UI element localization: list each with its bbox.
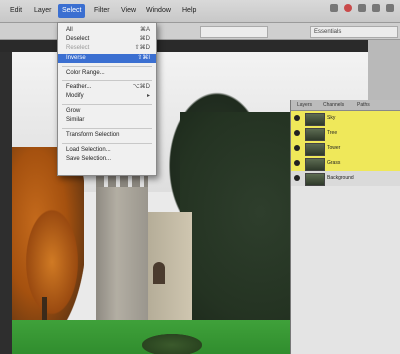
status-icons: [330, 4, 394, 12]
record-icon[interactable]: [344, 4, 352, 12]
menu-item-reselect[interactable]: Reselect ⇧⌘D: [58, 44, 156, 53]
menu-item-label: All: [66, 27, 73, 33]
menu-item-label: Reselect: [66, 45, 90, 51]
layer-thumbnail: [305, 113, 325, 126]
select-menu: All ⌘A Deselect ⌘D Reselect ⇧⌘D Inverse ⇧⌘I …: [57, 22, 157, 176]
menu-item-label: Similar: [66, 117, 85, 123]
menu-item-load-selection[interactable]: Load Selection...: [58, 146, 156, 155]
menu-window[interactable]: Window: [142, 4, 175, 18]
app-window: Edit Layer Select Filter View Window Hel…: [0, 0, 400, 354]
menu-filter[interactable]: Filter: [90, 4, 114, 18]
tab-channels[interactable]: Channels: [321, 102, 346, 109]
menu-view[interactable]: View: [117, 4, 140, 18]
layers-panel-body: [291, 186, 400, 354]
eye-icon[interactable]: [294, 115, 300, 121]
menu-item-label: Deselect: [66, 36, 90, 42]
menu-item-label: Inverse: [66, 55, 86, 61]
tab-paths[interactable]: Paths: [355, 102, 372, 109]
menu-item-similar[interactable]: Similar: [58, 116, 156, 125]
eye-icon[interactable]: [294, 130, 300, 136]
layer-name: Sky: [327, 115, 336, 121]
layer-thumbnail: [305, 173, 325, 186]
eye-icon[interactable]: [294, 145, 300, 151]
menu-item-save-selection[interactable]: Save Selection...: [58, 155, 156, 164]
layer-row[interactable]: Sky: [291, 111, 400, 127]
layer-thumbnail: [305, 143, 325, 156]
menu-item-shortcut: ⌘A: [139, 27, 150, 33]
workspace-selector[interactable]: Essentials: [310, 26, 398, 38]
photo-window: [153, 262, 165, 284]
tab-layers[interactable]: Layers: [295, 102, 314, 109]
battery-icon[interactable]: [386, 4, 394, 12]
menu-item-modify[interactable]: Modify ▸: [58, 92, 156, 101]
menu-item-label: Transform Selection: [66, 132, 120, 138]
menu-item-shortcut: ⇧⌘D: [134, 45, 150, 51]
layer-row[interactable]: Tree: [291, 126, 400, 142]
menu-help[interactable]: Help: [178, 4, 200, 18]
submenu-arrow-icon: ▸: [146, 93, 150, 99]
panel-tabs: Layers Channels Paths: [291, 100, 400, 111]
menu-item-transform-selection[interactable]: Transform Selection: [58, 131, 156, 140]
menu-item-color-range[interactable]: Color Range...: [58, 69, 156, 78]
menu-item-deselect[interactable]: Deselect ⌘D: [58, 35, 156, 44]
menu-item-label: Modify: [66, 93, 84, 99]
menu-item-label: Load Selection...: [66, 147, 111, 153]
menu-item-inverse[interactable]: Inverse ⇧⌘I: [58, 54, 156, 63]
eye-icon[interactable]: [294, 175, 300, 181]
layer-row[interactable]: Tower: [291, 141, 400, 157]
layer-row[interactable]: Background: [291, 171, 400, 187]
wifi-icon[interactable]: [358, 4, 366, 12]
workspace-icon[interactable]: [330, 4, 338, 12]
dock-area: [368, 40, 400, 100]
menu-item-label: Grow: [66, 108, 81, 114]
menu-item-label: Save Selection...: [66, 156, 112, 162]
menu-item-shortcut: ⌘D: [139, 36, 150, 42]
menu-item-feather[interactable]: Feather... ⌥⌘D: [58, 83, 156, 92]
menu-item-all[interactable]: All ⌘A: [58, 26, 156, 35]
eye-icon[interactable]: [294, 160, 300, 166]
photo-bush: [142, 334, 202, 354]
menu-item-shortcut: ⌥⌘D: [132, 84, 150, 90]
layer-name: Background: [327, 175, 354, 181]
menu-separator: [62, 128, 152, 129]
menu-separator: [62, 143, 152, 144]
layer-name: Tree: [327, 130, 338, 136]
menu-item-grow[interactable]: Grow: [58, 107, 156, 116]
layers-panel: Layers Channels Paths Sky Tree Tower Gra…: [290, 100, 400, 354]
menu-edit[interactable]: Edit: [6, 4, 26, 18]
options-field[interactable]: [200, 26, 268, 38]
menu-item-label: Color Range...: [66, 70, 105, 76]
menu-item-label: Feather...: [66, 84, 92, 90]
menu-layer[interactable]: Layer: [30, 4, 56, 18]
menu-bar: Edit Layer Select Filter View Window Hel…: [0, 0, 400, 23]
menu-select[interactable]: Select: [58, 4, 86, 18]
layer-row[interactable]: Grass: [291, 156, 400, 172]
menu-separator: [62, 80, 152, 81]
layer-thumbnail: [305, 128, 325, 141]
volume-icon[interactable]: [372, 4, 380, 12]
menu-item-shortcut: ⇧⌘I: [137, 55, 150, 61]
layer-thumbnail: [305, 158, 325, 171]
layer-name: Grass: [327, 160, 341, 166]
photo-autumn-tree-lower: [22, 202, 82, 322]
layer-name: Tower: [327, 145, 341, 151]
menu-separator: [62, 66, 152, 67]
menu-separator: [62, 104, 152, 105]
